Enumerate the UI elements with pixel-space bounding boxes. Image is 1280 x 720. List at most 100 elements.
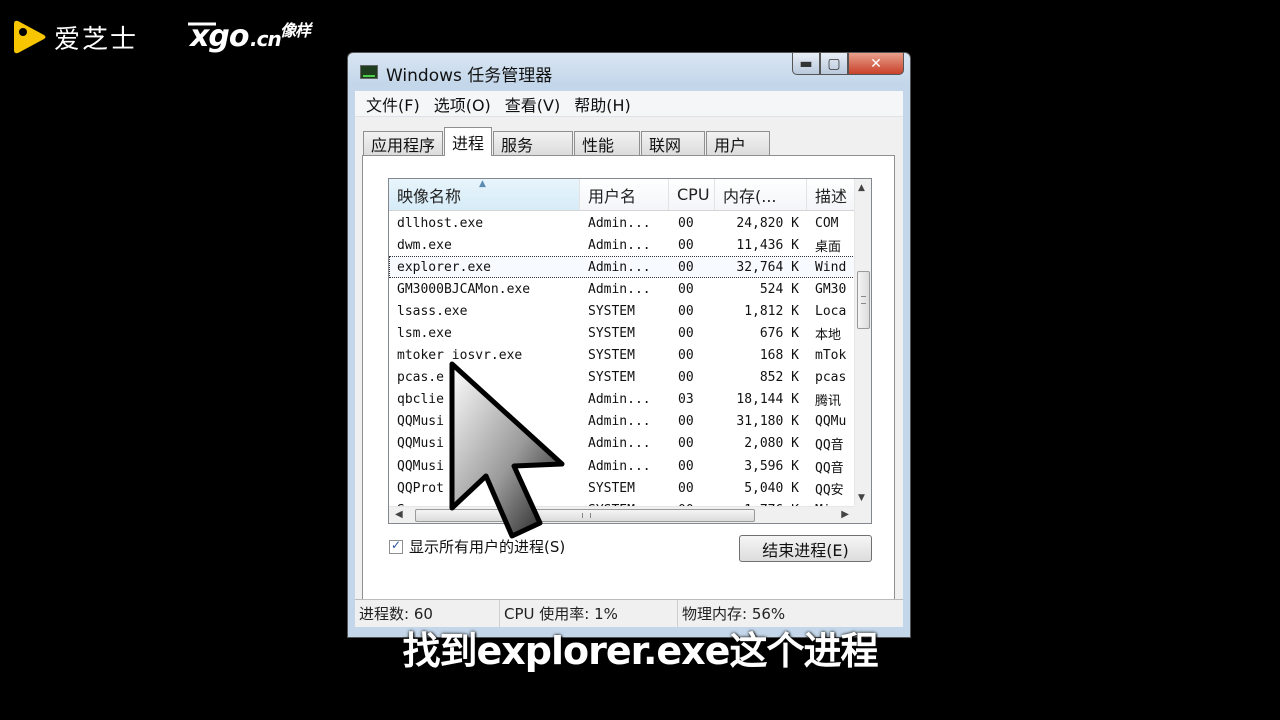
process-cpu: 00 [678,237,694,253]
process-memory: 852 K [759,370,799,386]
process-row[interactable]: lsass.exe SYSTEM 00 1,812 K Loca [389,300,855,322]
column-image-name-label: 映像名称 [397,186,462,206]
process-description: QQ音 [815,438,844,454]
column-cpu[interactable]: CPU [669,179,715,210]
process-image-name: lsm.exe [397,326,452,342]
process-description: 桌面 [815,239,842,255]
process-description: mTok [815,348,847,364]
process-image-name: QQMusi [397,436,444,452]
horizontal-scroll-thumb[interactable] [415,509,755,522]
process-user-name: SYSTEM [588,370,635,386]
process-memory: 18,144 K [736,392,799,408]
horizontal-scrollbar[interactable]: ◀ ▶ [389,506,855,523]
process-row[interactable]: qbclie Admin... 03 18,144 K 腾讯 [389,389,855,411]
process-memory: 31,180 K [736,414,799,430]
process-cpu: 00 [678,281,694,297]
svg-text:像样: 像样 [280,21,314,40]
process-cpu: 00 [678,259,694,275]
process-user-name: Admin... [588,414,651,430]
process-cpu: 00 [678,348,694,364]
process-image-name: GM3000BJCAMon.exe [397,281,531,297]
tab-services[interactable]: 服务 [493,131,574,155]
title-bar[interactable]: Windows 任务管理器 ▬ ▢ ✕ [348,53,910,91]
menu-options[interactable]: 选项(O) [427,92,498,116]
menu-view[interactable]: 查看(V) [498,92,567,116]
process-user-name: Admin... [588,281,651,297]
process-user-name: Admin... [588,392,651,408]
process-user-name: Admin... [588,458,651,474]
menu-help[interactable]: 帮助(H) [567,92,638,116]
process-description: COM [815,215,839,231]
process-image-name: pcas.e [397,370,444,386]
menu-bar: 文件(F) 选项(O) 查看(V) 帮助(H) [355,91,903,117]
scroll-up-icon[interactable]: ▲ [858,183,865,193]
process-row[interactable]: QQMusi Admin... 00 31,180 K QQMu [389,411,855,433]
xgo-logo-icon: xgo .cn 像样 [188,19,315,54]
process-cpu: 00 [678,480,694,496]
process-list[interactable]: ▲ 映像名称 用户名 CPU 内存(... 描述 dllhost.exe Admi… [388,178,872,524]
sort-ascending-icon: ▲ [479,179,486,189]
column-memory[interactable]: 内存(... [715,179,807,210]
process-image-name: dwm.exe [397,237,452,253]
process-memory: 524 K [759,281,799,297]
column-user-name[interactable]: 用户名 [580,179,669,210]
process-user-name: SYSTEM [588,326,635,342]
process-row[interactable]: dllhost.exe Admin... 00 24,820 K COM [389,212,855,234]
vertical-scroll-thumb[interactable] [857,271,870,329]
process-row[interactable]: explorer.exe Admin... 00 32,764 K Wind [389,256,855,279]
process-description: Wind [815,259,847,275]
tab-applications[interactable]: 应用程序 [363,131,444,155]
window-client-area: 文件(F) 选项(O) 查看(V) 帮助(H) 应用程序 进程 服务 性能 联网… [355,91,903,627]
xgo-logo: xgo .cn 像样 [186,14,315,64]
process-user-name: Admin... [588,237,651,253]
process-row[interactable]: QQMusi Admin... 00 2,080 K QQ音 [389,433,855,455]
show-all-users-checkbox[interactable] [389,538,403,554]
process-description: QQMu [815,414,847,430]
process-user-name: Admin... [588,259,651,275]
process-image-name: QQMusi [397,414,444,430]
process-row[interactable]: QQMusi exe Admin... 00 3,596 K QQ音 [389,455,855,477]
process-image-name: dllhost.exe [397,215,484,231]
tab-performance[interactable]: 性能 [574,131,641,155]
process-cpu: 00 [678,370,694,386]
tab-users[interactable]: 用户 [706,131,771,155]
process-image-name: lsass.exe [397,303,468,319]
scroll-down-icon[interactable]: ▼ [858,493,865,503]
vertical-scrollbar[interactable]: ▲ ▼ [854,179,871,507]
process-cpu: 00 [678,436,694,452]
column-description[interactable]: 描述 [807,179,855,210]
scroll-left-icon[interactable]: ◀ [395,509,403,520]
process-list-body: dllhost.exe Admin... 00 24,820 K COM dwm.exe A… [389,212,855,521]
process-row[interactable]: dwm.exe Admin... 00 11,436 K 桌面 [389,234,855,256]
process-user-name: Admin... [588,436,651,452]
minimize-button[interactable]: ▬ [792,53,820,75]
menu-file[interactable]: 文件(F) [359,92,427,116]
process-row[interactable]: mtoker iosvr.exe SYSTEM 00 168 K mTok [389,345,855,367]
scrollbar-corner [854,506,871,523]
process-cpu: 03 [678,392,694,408]
process-image-name: qbclie [397,392,444,408]
column-image-name[interactable]: ▲ 映像名称 [389,179,580,210]
close-button[interactable]: ✕ [848,53,904,75]
process-row[interactable]: GM3000BJCAMon.exe Admin... 00 524 K GM30 [389,278,855,300]
end-process-button[interactable]: 结束进程(E) [739,535,872,562]
process-description: 本地 [815,328,842,344]
scroll-right-icon[interactable]: ▶ [841,509,849,520]
process-row[interactable]: pcas.e SYSTEM 00 852 K pcas [389,367,855,389]
process-image-name: explorer.exe [397,259,491,275]
process-memory: 168 K [759,348,799,364]
tab-strip: 应用程序 进程 服务 性能 联网 用户 [363,127,771,156]
process-row[interactable]: QQProt .e SYSTEM 00 5,040 K QQ安 [389,477,855,499]
process-cpu: 00 [678,303,694,319]
show-all-users-option[interactable]: 显示所有用户的进程(S) [389,536,565,557]
video-subtitle: 找到explorer.exe这个进程 [402,629,879,673]
process-memory: 2,080 K [744,436,799,452]
process-description: GM30 [815,281,847,297]
process-cpu: 00 [678,458,694,474]
svg-text:.cn: .cn [250,27,281,51]
process-user-name: SYSTEM [588,303,635,319]
process-row[interactable]: lsm.exe SYSTEM 00 676 K 本地 [389,322,855,344]
maximize-button[interactable]: ▢ [820,53,848,75]
tab-processes[interactable]: 进程 [444,127,493,156]
tab-networking[interactable]: 联网 [641,131,706,155]
